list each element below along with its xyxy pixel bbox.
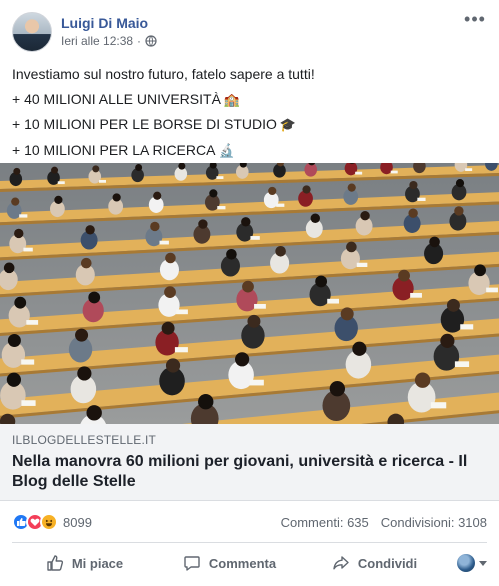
globe-icon[interactable] <box>145 35 157 47</box>
post-line: + 10 MILIONI PER LE BORSE DI STUDIO 🎓 <box>12 112 487 138</box>
like-button[interactable]: Mi piace <box>12 547 157 579</box>
comment-icon <box>184 556 200 571</box>
lecture-hall-photo <box>0 163 499 424</box>
post-text: Investiamo sul nostro futuro, fatelo sap… <box>12 62 487 163</box>
separator-dot: · <box>137 34 142 48</box>
engagement-counts: Commenti: 635 Condivisioni: 3108 <box>281 515 487 530</box>
share-label: Condividi <box>357 555 418 571</box>
post-line-text: + 40 MILIONI ALLE UNIVERSITÀ <box>12 90 221 107</box>
more-options-icon[interactable]: ••• <box>463 10 487 30</box>
audience-selector[interactable] <box>447 554 487 572</box>
thumbs-up-icon <box>47 555 63 571</box>
post-line: + 40 MILIONI ALLE UNIVERSITÀ 🏫 <box>12 87 487 113</box>
link-preview[interactable]: ILBLOGDELLESTELLE.IT Nella manovra 60 mi… <box>0 424 499 501</box>
chevron-down-icon <box>479 560 487 566</box>
post-line: Investiamo sul nostro futuro, fatelo sap… <box>12 62 487 87</box>
graduation-cap-icon: 🎓 <box>279 117 297 132</box>
share-arrow-icon <box>333 556 349 570</box>
comment-button[interactable]: Commenta <box>157 547 302 579</box>
post-meta: Ieri alle 12:38 · <box>61 34 157 48</box>
author-avatar[interactable] <box>12 12 52 52</box>
share-button[interactable]: Condividi <box>302 547 447 579</box>
divider <box>12 542 487 543</box>
action-bar: Mi piace Commenta Condividi <box>12 546 487 580</box>
post-line-text: Investiamo sul nostro futuro, fatelo sap… <box>12 66 315 82</box>
comment-label: Commenta <box>208 555 277 571</box>
page-avatar-icon <box>457 554 475 572</box>
reactions-summary[interactable]: 8099 <box>12 512 92 532</box>
school-icon: 🏫 <box>223 91 241 107</box>
post-timestamp[interactable]: Ieri alle 12:38 <box>61 34 133 48</box>
link-domain: ILBLOGDELLESTELLE.IT <box>12 433 157 447</box>
post-line: + 10 MILIONI PER LA RICERCA 🔬 <box>12 138 487 164</box>
link-preview-image[interactable] <box>0 163 499 424</box>
post-header: Luigi Di Maio Ieri alle 12:38 · ••• <box>12 10 487 56</box>
comments-count[interactable]: Commenti: 635 <box>281 515 369 530</box>
author-name[interactable]: Luigi Di Maio <box>61 15 148 31</box>
haha-icon <box>40 513 58 531</box>
facebook-post: Luigi Di Maio Ieri alle 12:38 · ••• Inve… <box>0 0 499 586</box>
shares-count[interactable]: Condivisioni: 3108 <box>381 515 487 530</box>
post-line-text: + 10 MILIONI PER LE BORSE DI STUDIO <box>12 116 277 132</box>
post-line-text: + 10 MILIONI PER LA RICERCA <box>12 141 216 158</box>
like-label: Mi piace <box>71 555 124 571</box>
microscope-icon: 🔬 <box>218 142 235 158</box>
reaction-count[interactable]: 8099 <box>63 515 92 530</box>
link-headline[interactable]: Nella manovra 60 milioni per giovani, un… <box>12 452 490 492</box>
